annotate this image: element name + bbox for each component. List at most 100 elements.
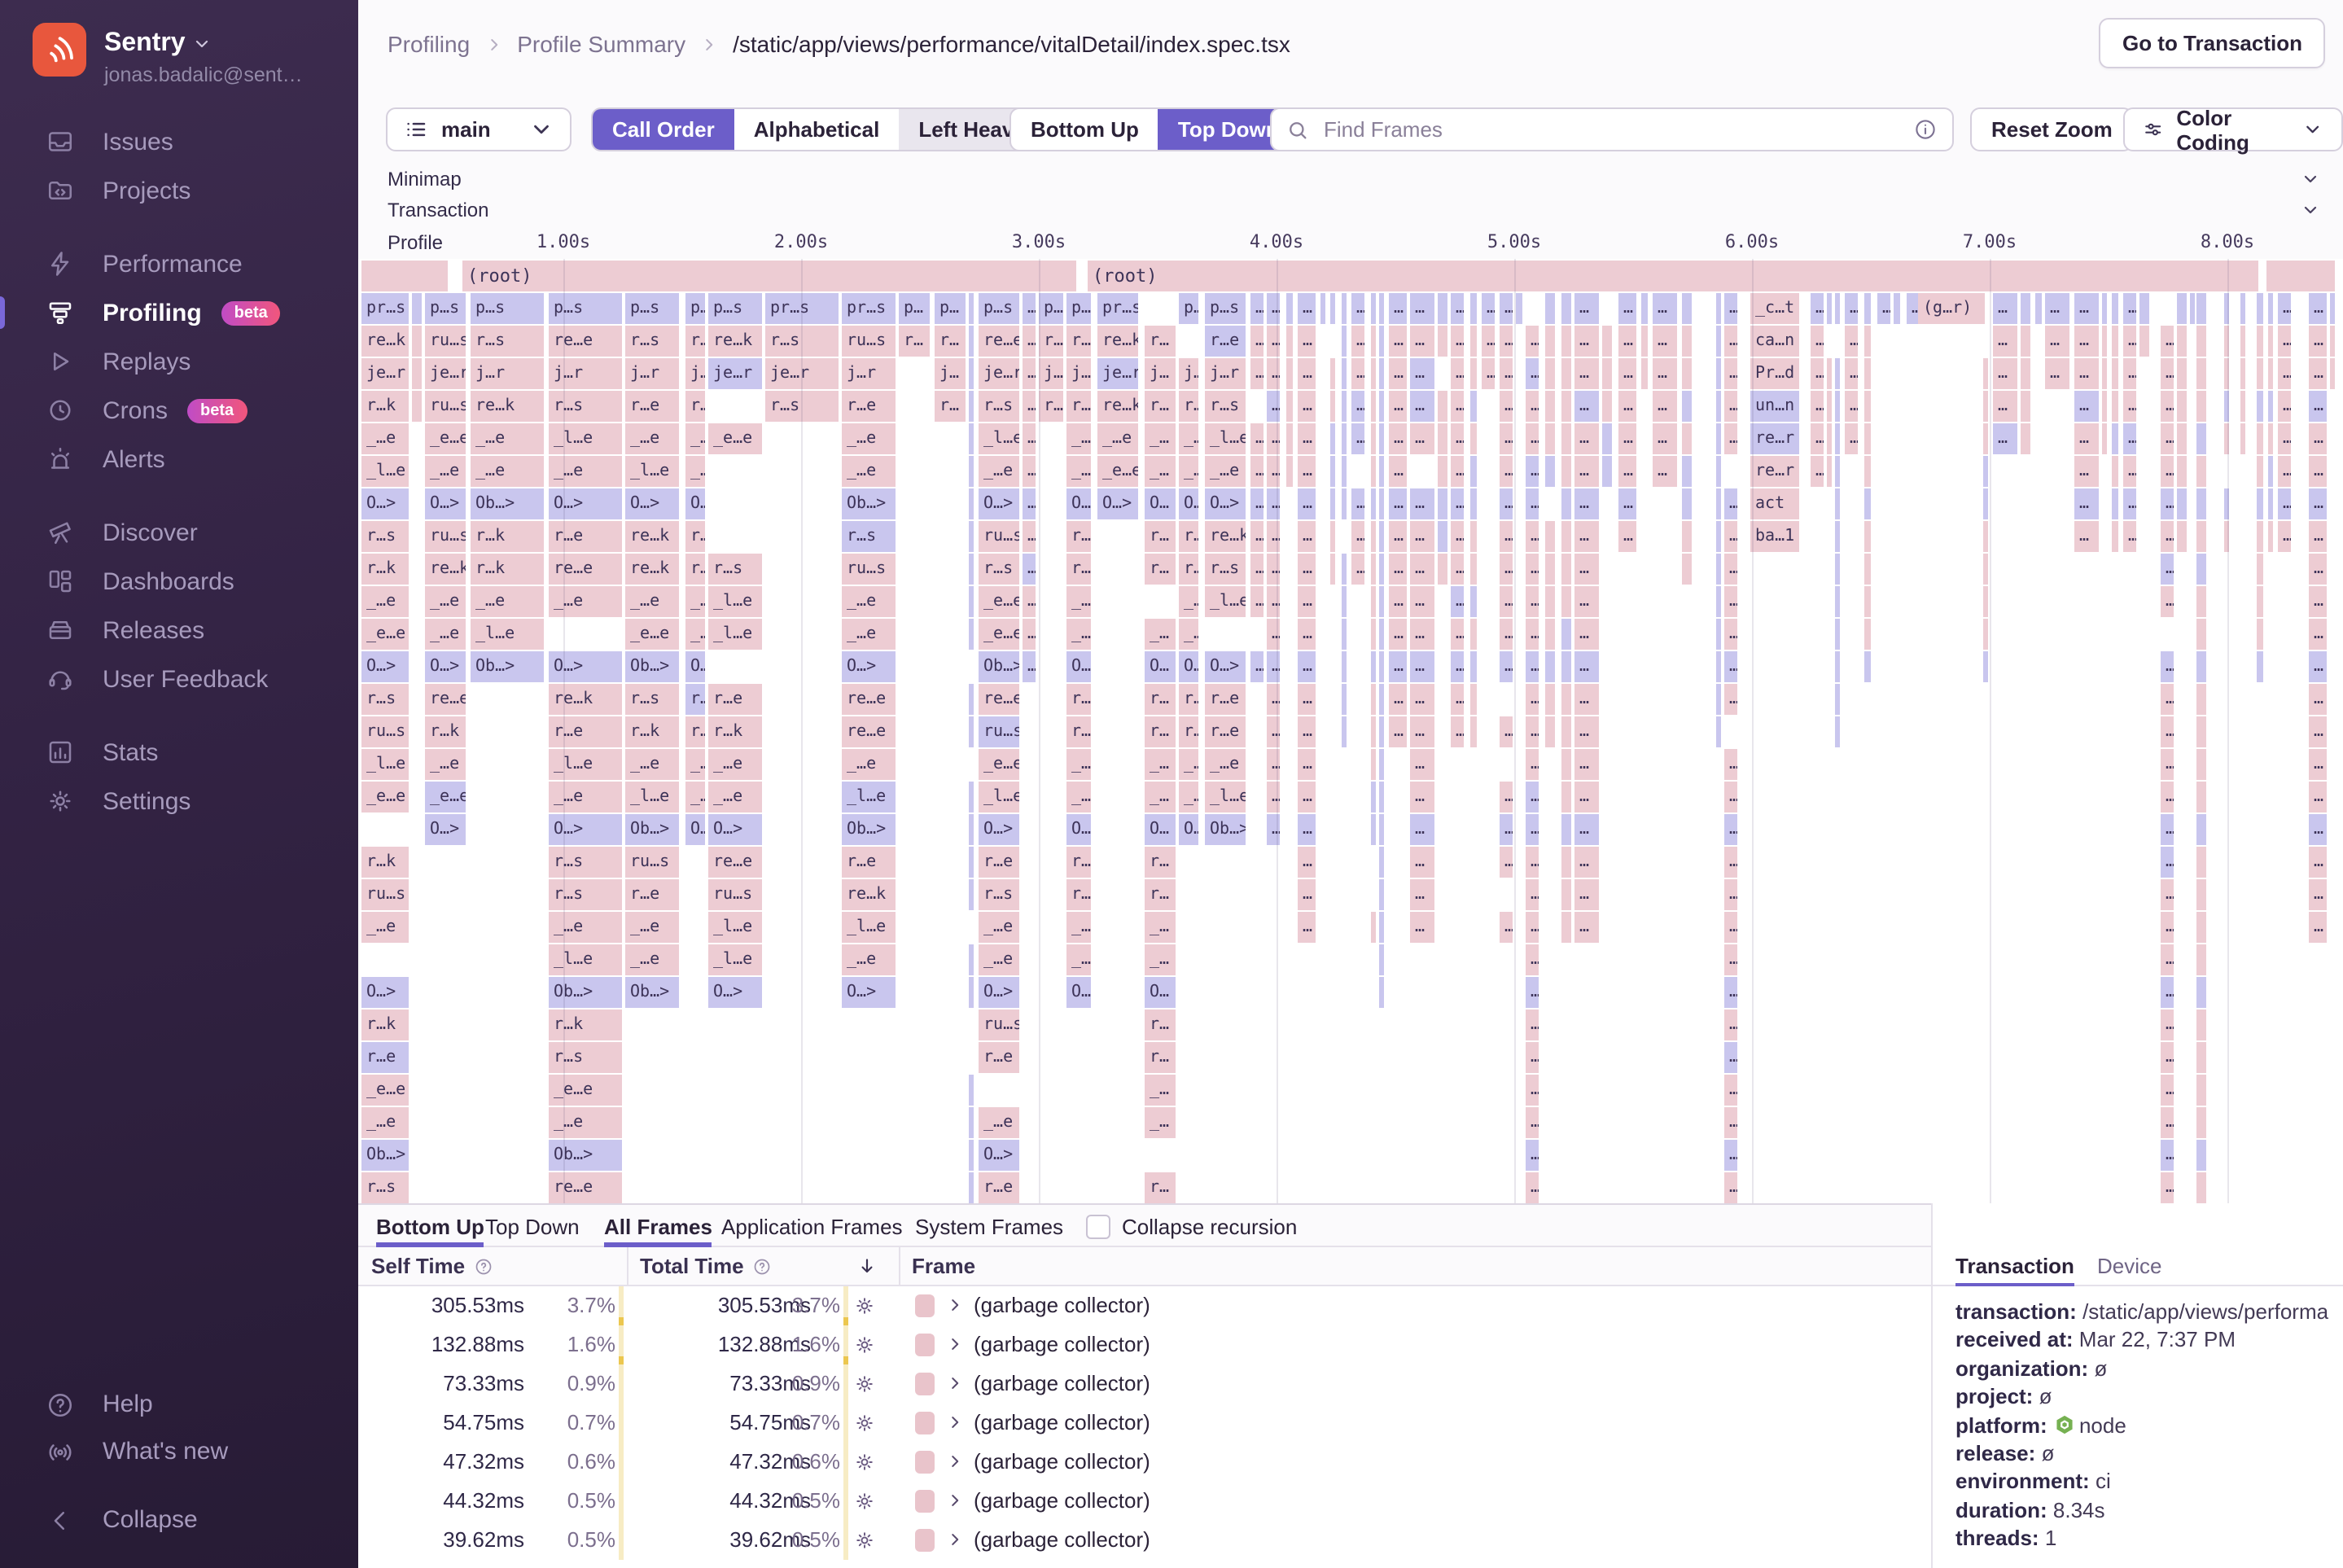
flame-cell[interactable] [2196,1107,2206,1138]
sort-call-order[interactable]: Call Order [593,109,734,150]
flame-cell[interactable] [1682,423,1692,454]
flame-cell[interactable] [1286,293,1293,324]
flame-cell[interactable] [1602,358,1612,389]
flame-cell[interactable] [1545,293,1555,324]
flame-cell[interactable]: r…s [549,391,622,422]
flame-cell[interactable] [2196,488,2206,519]
expand-chevron-icon[interactable] [946,1374,964,1392]
flame-cell[interactable]: … [1410,293,1434,324]
flame-cell[interactable]: r…s [979,879,1019,910]
flame-cell[interactable]: … [1618,488,1636,519]
flame-cell[interactable]: r…e [842,847,896,878]
flame-cell[interactable]: r…s [625,684,679,715]
flame-cell[interactable]: … [1389,423,1407,454]
flame-cell[interactable]: r… [1039,391,1063,422]
flame-cell[interactable]: … [1389,554,1407,585]
flame-cell[interactable] [1864,521,1871,552]
flame-cell[interactable] [1371,554,1376,585]
flame-cell[interactable] [2257,651,2263,682]
tab-bottom-up[interactable]: Bottom Up [376,1205,485,1247]
flame-cell[interactable]: r…s [842,521,896,552]
flame-cell[interactable] [1864,326,1871,357]
flame-cell[interactable]: ru…s [425,326,466,357]
flame-cell[interactable]: _l…e [549,944,622,975]
flame-cell[interactable]: … [1993,358,2017,389]
expand-chevron-icon[interactable] [946,1452,964,1470]
flame-cell[interactable]: … [1500,619,1513,650]
flame-cell[interactable] [1983,521,1988,552]
flame-cell[interactable] [1438,488,1447,519]
flame-cell[interactable] [2177,456,2187,487]
flame-cell[interactable] [1470,684,1477,715]
flame-cell[interactable]: O…> [425,651,466,682]
flame-cell[interactable] [1827,391,1832,422]
flame-cell[interactable]: re…e [549,554,622,585]
flame-cell[interactable] [1835,488,1840,519]
flame-cell[interactable]: ru…s [979,521,1019,552]
flame-cell[interactable]: je…r [361,358,409,389]
flame-cell[interactable]: p…s [471,293,544,324]
flame-cell[interactable]: _… [1066,912,1091,943]
flame-cell[interactable] [969,586,974,617]
flame-cell[interactable]: … [2161,749,2174,780]
flame-cell[interactable]: … [2309,521,2327,552]
flame-cell[interactable]: O…> [842,977,896,1008]
flame-cell[interactable] [2139,293,2149,324]
flame-cell[interactable] [1438,391,1447,422]
flame-cell[interactable]: … [2123,293,2136,324]
col-self-time[interactable]: Self Time [371,1254,493,1278]
flame-cell[interactable] [2257,554,2263,585]
flame-cell[interactable]: … [1845,326,1858,357]
flame-cell[interactable]: pr…s [842,293,896,324]
flame-cell[interactable]: … [1618,391,1636,422]
flame-cell[interactable]: … [1389,326,1407,357]
flame-cell[interactable]: … [1410,847,1434,878]
tab-device[interactable]: Device [2097,1247,2162,1285]
flame-cell[interactable]: r… [1179,521,1198,552]
flame-cell[interactable]: r… [1145,1172,1176,1203]
flame-cell[interactable] [1330,488,1335,519]
flame-cell[interactable]: … [1451,619,1464,650]
flame-cell[interactable]: _…e [425,619,466,650]
flame-cell[interactable] [2196,651,2206,682]
flame-cell[interactable]: j…r [1205,358,1246,389]
flame-cell[interactable]: … [1410,879,1434,910]
flame-cell[interactable] [1983,391,1988,422]
flame-cell[interactable]: … [2309,814,2327,845]
flame-cell[interactable] [1438,521,1447,552]
flame-cell[interactable] [1983,358,1988,389]
flame-cell[interactable]: … [1298,814,1316,845]
flame-cell[interactable]: _…e [361,1107,409,1138]
flame-cell[interactable] [1470,488,1477,519]
flame-cell[interactable]: … [1574,782,1599,812]
flame-cell[interactable] [2196,1010,2206,1040]
flame-cell[interactable]: _l…e [979,423,1019,454]
flame-cell[interactable]: r…s [549,847,622,878]
sidebar-item-profiling[interactable]: Profiling beta [0,288,358,337]
flame-cell[interactable] [1438,554,1447,585]
flame-cell[interactable]: _l…e [842,912,896,943]
flame-cell[interactable]: … [2161,586,2174,617]
chevron-down-icon[interactable] [2301,169,2320,188]
flame-cell[interactable]: … [1451,423,1464,454]
flame-cell[interactable]: … [1023,293,1036,324]
flame-cell[interactable]: _… [1066,749,1091,780]
flame-cell[interactable]: … [1526,358,1539,389]
sidebar-item-collapse[interactable]: Collapse [0,1496,358,1544]
flame-cell[interactable]: … [1724,358,1737,389]
flame-cell[interactable]: r…s [625,326,679,357]
flame-cell[interactable]: … [2309,423,2327,454]
flame-cell[interactable]: r… [1145,521,1176,552]
flame-cell[interactable] [1682,293,1692,324]
flame-cell[interactable]: re…k [471,391,544,422]
flame-cell[interactable]: r…k [425,716,466,747]
flame-cell[interactable]: … [1298,716,1316,747]
flame-cell[interactable]: re…k [1097,391,1138,422]
flame-cell[interactable] [2177,358,2187,389]
search-input[interactable] [1320,116,1902,143]
flame-cell[interactable] [2257,488,2263,519]
flame-cell[interactable] [2268,521,2273,552]
flame-cell[interactable]: _… [1179,749,1198,780]
flame-cell[interactable]: … [1250,651,1263,682]
flame-cell[interactable]: … [1500,716,1513,747]
